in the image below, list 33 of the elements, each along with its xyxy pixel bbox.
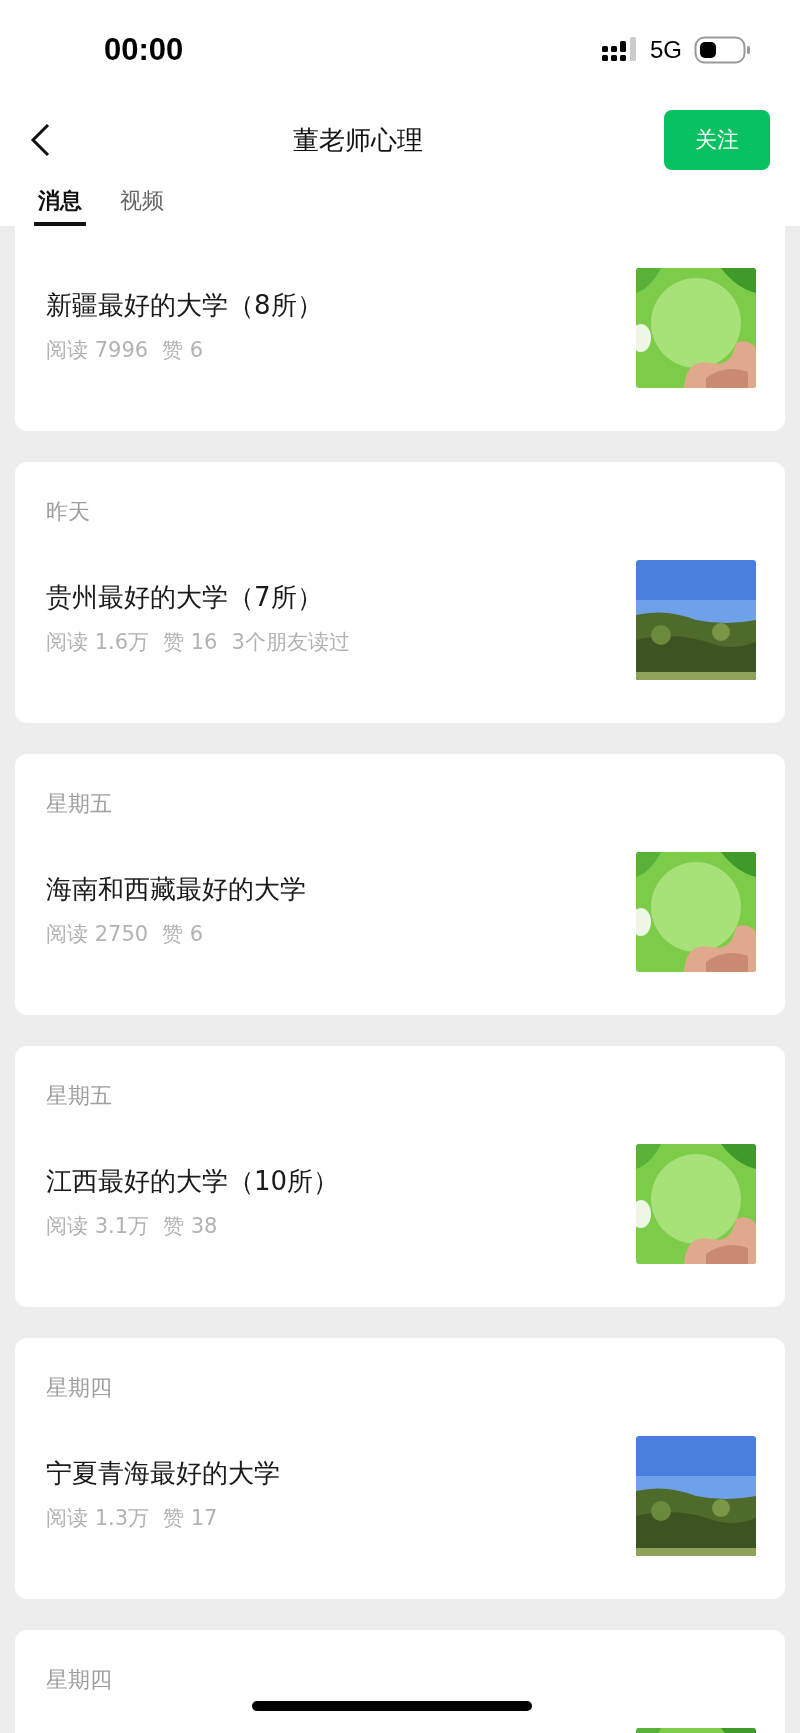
article-stat: 赞 6 (162, 337, 204, 364)
article-stat: 阅读 2750 (46, 921, 149, 948)
tab[interactable]: 视频 (116, 180, 168, 226)
article-card[interactable]: 星期四 宁夏青海最好的大学 阅读 1.3万 赞 17 (15, 1338, 785, 1599)
article-stat: 阅读 1.3万 (46, 1505, 150, 1532)
battery-icon (694, 36, 752, 64)
article-title: 江西最好的大学（10所） (46, 1165, 340, 1198)
article-title: 贵州最好的大学（7所） (46, 581, 324, 614)
article-date: 星期五 (46, 1082, 113, 1110)
article-stat: 赞 17 (163, 1505, 218, 1532)
article-title: 宁夏青海最好的大学 (46, 1457, 280, 1490)
article-title: 新疆最好的大学（8所） (46, 289, 323, 322)
article-title: 海南和西藏最好的大学 (46, 873, 306, 906)
article-stat: 阅读 3.1万 (46, 1213, 150, 1240)
signal-icon (602, 37, 638, 63)
network-type: 5G (650, 36, 682, 64)
article-card[interactable]: 新疆最好的大学（8所） 阅读 7996 赞 6 (15, 226, 785, 431)
article-card[interactable]: 星期五 江西最好的大学（10所） 阅读 3.1万 赞 38 (15, 1046, 785, 1307)
article-card[interactable]: 星期五 海南和西藏最好的大学 阅读 2750 赞 6 (15, 754, 785, 1015)
article-date: 昨天 (46, 498, 91, 526)
account-title: 董老师心理 (293, 123, 423, 157)
article-date: 星期四 (46, 1374, 113, 1402)
article-date: 星期五 (46, 790, 113, 818)
article-date: 星期四 (46, 1666, 113, 1694)
article-stat: 赞 16 (163, 629, 218, 656)
article-stat: 阅读 7996 (46, 337, 149, 364)
article-stat: 赞 6 (162, 921, 204, 948)
article-stat: 赞 38 (163, 1213, 218, 1240)
article-stat: 阅读 1.6万 (46, 629, 150, 656)
article-stat: 3个朋友读过 (231, 629, 350, 656)
status-time: 00:00 (104, 32, 184, 68)
back-icon[interactable] (28, 122, 52, 158)
article-card[interactable]: 昨天 贵州最好的大学（7所） 阅读 1.6万 赞 16 3个朋友读过 (15, 462, 785, 723)
